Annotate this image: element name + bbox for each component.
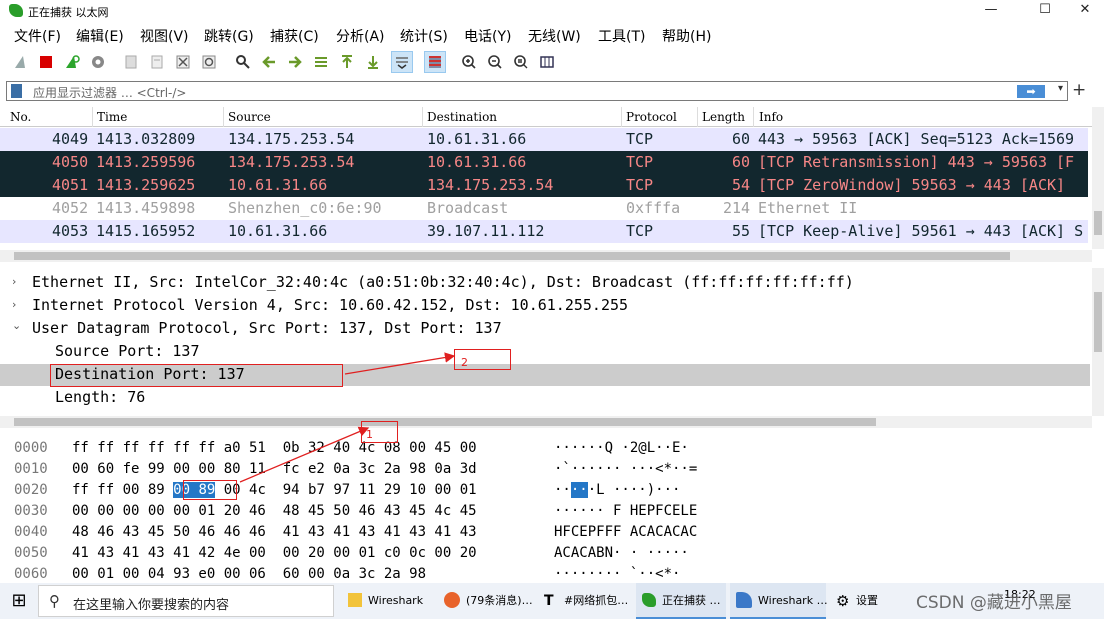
firefox-icon — [444, 592, 460, 608]
taskbar-app-browser[interactable]: (79条消息)… — [438, 583, 534, 619]
start-button[interactable]: ⊞ — [6, 583, 32, 619]
csdn-watermark: CSDN @藏进小黑屋 — [916, 593, 1072, 613]
taskbar-item-label: Wireshark … — [758, 594, 828, 607]
folder-icon — [348, 593, 362, 607]
annotation-arrow-2 — [344, 352, 456, 375]
taskbar-item-label: #网络抓包… — [564, 594, 629, 607]
taskbar-app-wireshark[interactable]: Wireshark … — [730, 583, 828, 619]
taskbar-item-label: (79条消息)… — [466, 594, 533, 607]
taskbar-item-label: 正在捕获 … — [662, 594, 721, 607]
annotation-arrow-1 — [239, 426, 370, 483]
wireshark-icon — [736, 592, 752, 608]
taskbar-item-label: 设置 — [856, 594, 878, 607]
gear-icon: ⚙ — [836, 592, 850, 610]
search-placeholder: 在这里输入你要搜索的内容 — [73, 598, 230, 613]
windows-taskbar: ⊞ ⚲ 在这里输入你要搜索的内容 Wireshark (79条消息)… T #网… — [0, 583, 1104, 619]
taskbar-app-settings[interactable]: ⚙ 设置 — [830, 583, 900, 619]
taskbar-app-wireshark-folder[interactable]: Wireshark — [342, 583, 434, 619]
taskbar-app-editor[interactable]: T #网络抓包… — [538, 583, 632, 619]
wireshark-icon — [642, 593, 656, 607]
taskbar-item-label: Wireshark — [368, 594, 424, 607]
taskbar-app-capturing[interactable]: 正在捕获 … — [636, 583, 726, 619]
typora-icon: T — [544, 593, 554, 609]
search-icon: ⚲ — [49, 592, 60, 610]
annotation-arrows — [239, 352, 456, 483]
taskbar-search[interactable]: ⚲ 在这里输入你要搜索的内容 — [38, 585, 334, 617]
